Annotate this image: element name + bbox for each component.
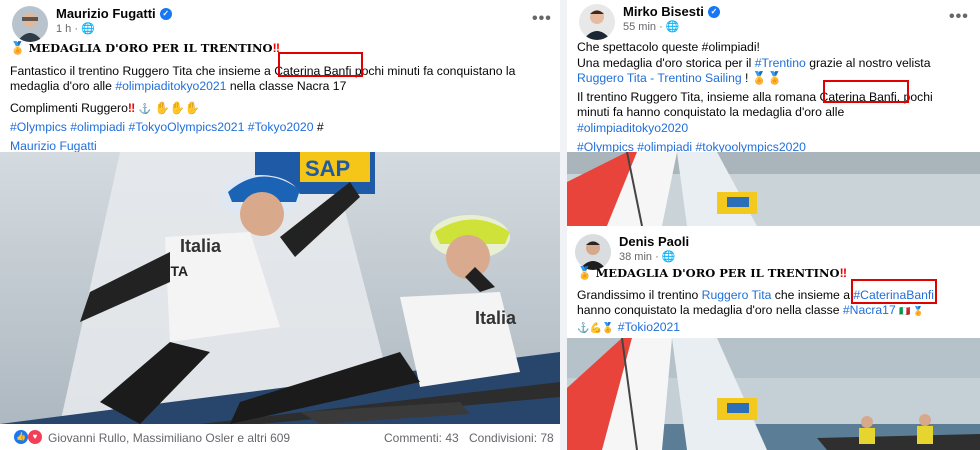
text-segment: medaglia d'oro alle [10,79,116,94]
shares-count[interactable]: Condivisioni: 78 [469,431,554,445]
author-name[interactable]: Mirko Bisesti [623,4,704,20]
post-card-fugatti: Maurizio Fugatti ✓ 1 h · 🌐 ••• 🏅 MEDAGLIA… [0,0,560,424]
post-photo[interactable] [567,152,980,226]
post-time[interactable]: 55 min [623,21,656,33]
author-avatar[interactable] [575,234,611,270]
svg-text:Italia: Italia [180,236,222,256]
medal-icon: 🏅 [10,41,26,55]
verified-icon: ✓ [707,6,720,18]
highlight-box [851,279,937,304]
hashtag-link[interactable]: #Nacra17 [843,303,896,317]
globe-icon: 🌐 [81,23,95,35]
highlight-box [278,52,363,77]
post-time[interactable]: 38 min [619,251,652,263]
hashtag-link[interactable]: #olimpiaditokyo2020 [577,121,688,135]
author-name[interactable]: Denis Paoli [619,234,689,250]
text-segment: Che spettacolo queste #olimpiadi! [577,40,760,54]
clap-icon: ✋✋✋ [154,100,201,115]
more-options-icon[interactable]: ••• [949,8,969,26]
text-segment: Complimenti Ruggero [10,100,128,115]
hashtag-link[interactable]: #olimpiaditokyo2021 [115,79,226,93]
author-avatar[interactable] [12,6,48,42]
post-time[interactable]: 1 h [56,23,71,35]
reactions-summary[interactable]: Giovanni Rullo, Massimiliano Osler e alt… [48,431,290,445]
text-segment: nella classe Nacra 17 [226,79,347,94]
page-link[interactable]: Ruggero Tita - Trentino Sailing [577,71,742,85]
hashtag-links[interactable]: #Olympics #olimpiadi #TokyoOlympics2021 … [10,120,313,134]
post-title: MEDAGLIA D'ORO PER IL TRENTINO [595,266,840,280]
text-segment: Una medaglia d'oro storica per il [577,55,755,70]
post-title: MEDAGLIA D'ORO PER IL TRENTINO [28,41,273,55]
medal-icon: 🏅 [577,266,593,280]
text-segment: che insieme a [771,287,854,302]
text-segment: grazie al nostro velista [805,55,931,70]
highlight-box [823,80,909,103]
exclamation-icon: ‼ [839,266,847,280]
flag-icon: 🇮🇹 🏅 [899,306,925,317]
text-segment: Fantastico il trentino Ruggero Tita che … [10,63,275,78]
text-segment: ! [741,71,749,86]
post-footer: 👍 ♥ Giovanni Rullo, Massimiliano Osler e… [0,424,560,450]
globe-icon: 🌐 [665,21,680,33]
love-icon[interactable]: ♥ [28,430,42,444]
svg-text:SAP: SAP [305,156,350,181]
medal-icon: 🏅🏅 [751,71,783,86]
svg-text:Italia: Italia [475,308,517,328]
text-segment: hanno conquistato la medaglia d'oro nell… [577,303,843,318]
post-header: Maurizio Fugatti ✓ 1 h · 🌐 [12,6,172,42]
text-segment: # [313,120,324,135]
post-card-paoli: Denis Paoli 38 min · 🌐 🏅 MEDAGLIA D'ORO … [567,226,980,450]
profile-link[interactable]: Ruggero Tita [702,288,772,302]
author-name[interactable]: Maurizio Fugatti [56,6,156,22]
text-segment: Il trentino Ruggero Tita, insieme alla r… [577,89,820,104]
post-header: Mirko Bisesti ✓ 55 min · 🌐 [579,4,720,40]
sailboat-icon: ⚓ [138,103,152,115]
globe-icon: 🌐 [661,251,676,263]
post-header: Denis Paoli 38 min · 🌐 [575,234,689,270]
text-segment: pochi minuti fa conquistano la [351,63,516,78]
post-photo[interactable] [567,338,980,450]
more-options-icon[interactable]: ••• [532,10,552,28]
comments-count[interactable]: Commenti: 43 [384,431,459,445]
hashtag-link[interactable]: #Tokio2021 [618,320,680,334]
text-segment: minuti fa hanno conquistato la medaglia … [577,105,845,120]
author-avatar[interactable] [579,4,615,40]
mention-link[interactable]: Maurizio Fugatti [10,139,97,153]
anchor-icon: ⚓💪🏅 [577,322,615,334]
hashtag-link[interactable]: #Trentino [755,56,806,70]
post-card-bisesti: Mirko Bisesti ✓ 55 min · 🌐 ••• Che spetta… [567,0,980,226]
post-photo[interactable]: SAP Italia TITA Italia [0,152,560,424]
like-icon[interactable]: 👍 [14,430,28,444]
verified-icon: ✓ [159,8,172,20]
post-text: 🏅 MEDAGLIA D'ORO PER IL TRENTINO‼ Fantas… [10,41,516,153]
text-segment: Grandissimo il trentino [577,287,702,302]
